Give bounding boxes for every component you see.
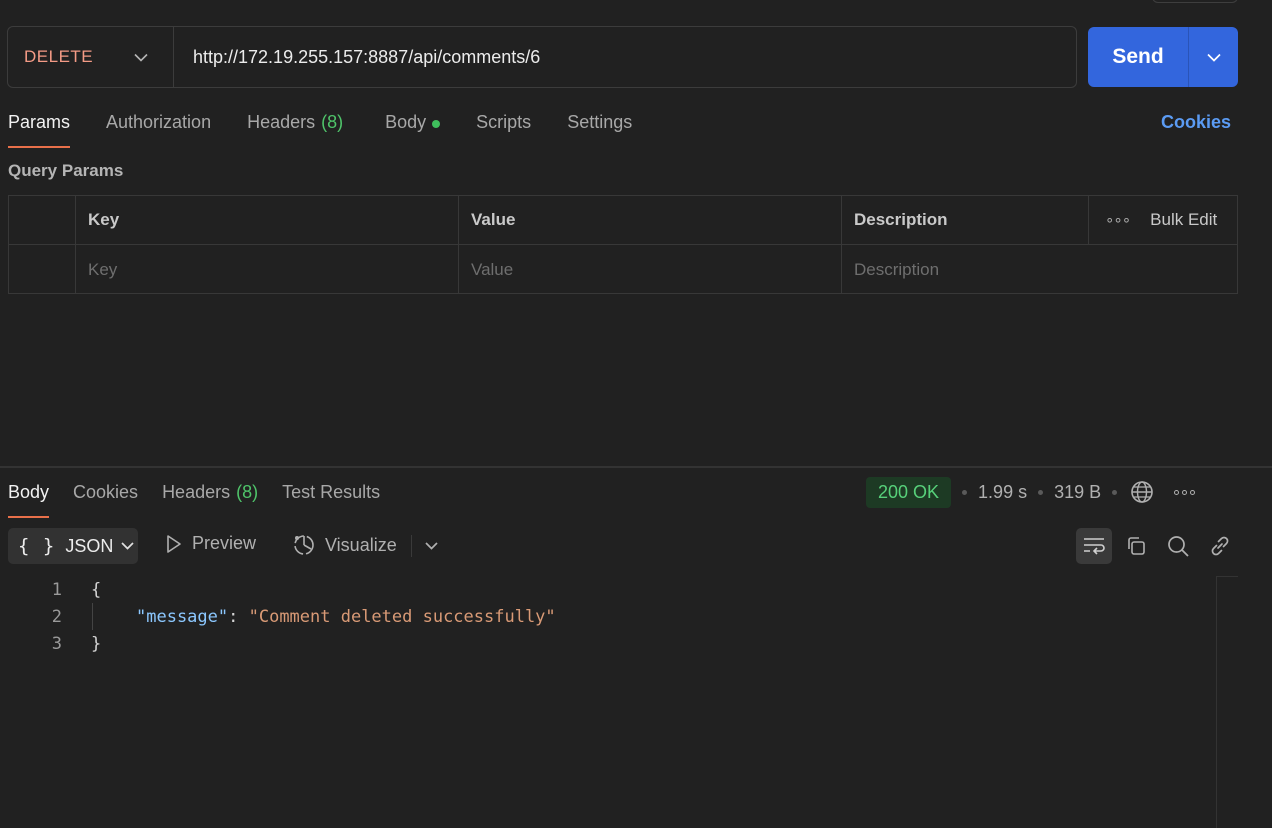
- top-panel-edge: [1152, 0, 1238, 3]
- query-params-table: Key Value Description ∘∘∘ Bulk Edit Key …: [8, 195, 1238, 294]
- method-select[interactable]: DELETE: [8, 27, 174, 87]
- chevron-down-icon: [1206, 53, 1221, 62]
- headers-count: (8): [321, 112, 344, 132]
- json-value: "Comment deleted successfully": [248, 606, 556, 627]
- headers-count: (8): [236, 482, 259, 502]
- visualize-button[interactable]: Visualize: [292, 533, 397, 557]
- code-text: "message": "Comment deleted successfully…: [136, 607, 556, 627]
- key-input[interactable]: Key: [76, 245, 459, 294]
- separator-dot: [962, 489, 968, 495]
- code-text: }: [91, 633, 102, 654]
- copy-icon: [1128, 537, 1145, 555]
- format-select[interactable]: { } JSON: [8, 528, 138, 564]
- visualize-label: Visualize: [325, 534, 397, 555]
- body-indicator-dot: [432, 120, 441, 128]
- editor-scrollbar[interactable]: [1216, 576, 1238, 828]
- tab-authorization[interactable]: Authorization: [106, 108, 211, 148]
- tab-test-results[interactable]: Test Results: [282, 478, 380, 518]
- tab-label: Headers: [162, 482, 231, 502]
- search-button[interactable]: [1160, 528, 1196, 564]
- tab-params[interactable]: Params: [8, 108, 71, 148]
- row-checkbox-cell: [9, 245, 76, 294]
- key-column-header: Key: [76, 196, 459, 244]
- tab-settings[interactable]: Settings: [567, 108, 632, 148]
- response-tabs: Body Cookies Headers (8) Test Results: [8, 478, 404, 518]
- preview-label: Preview: [192, 533, 257, 553]
- description-input[interactable]: Description: [842, 245, 1237, 294]
- table-header-row: Key Value Description ∘∘∘ Bulk Edit: [9, 196, 1237, 245]
- tab-response-cookies[interactable]: Cookies: [73, 478, 138, 518]
- copy-button[interactable]: [1118, 528, 1154, 564]
- play-icon: [167, 534, 181, 553]
- value-input[interactable]: Value: [459, 245, 842, 294]
- panel-resize-divider[interactable]: [0, 466, 1272, 468]
- response-body-editor[interactable]: 1 { 2 "message": "Comment deleted succes…: [0, 576, 1216, 657]
- more-options-icon: ∘∘∘: [1105, 212, 1131, 229]
- chevron-down-icon: [424, 542, 438, 550]
- response-meta: 200 OK 1.99 s 319 B: [866, 476, 1196, 508]
- bulk-edit-button[interactable]: ∘∘∘ Bulk Edit: [1088, 196, 1237, 244]
- more-options-icon[interactable]: [1174, 489, 1196, 495]
- globe-icon[interactable]: [1130, 480, 1154, 504]
- chevron-down-icon: [121, 542, 134, 550]
- json-colon: :: [228, 606, 249, 627]
- checkbox-column-header: [9, 196, 76, 244]
- send-button-group: Send: [1088, 27, 1238, 87]
- description-header-label: Description: [854, 210, 948, 229]
- visualize-icon: [294, 535, 314, 555]
- format-label: JSON: [65, 535, 114, 556]
- chevron-down-icon: [134, 53, 148, 62]
- tab-scripts[interactable]: Scripts: [476, 108, 531, 148]
- preview-button[interactable]: Preview: [165, 533, 256, 554]
- indent-guide: [92, 603, 93, 630]
- search-icon: [1168, 536, 1189, 557]
- wrap-lines-button[interactable]: [1076, 528, 1112, 564]
- tab-label: Headers: [247, 112, 316, 132]
- wrap-lines-icon: [1084, 538, 1105, 555]
- method-label: DELETE: [24, 47, 94, 66]
- query-params-title: Query Params: [8, 161, 124, 180]
- status-badge[interactable]: 200 OK: [866, 476, 952, 508]
- line-number: 3: [51, 633, 62, 654]
- line-number: 1: [51, 579, 62, 600]
- link-button[interactable]: [1202, 528, 1238, 564]
- separator-dot: [1038, 489, 1044, 495]
- code-line: 2 "message": "Comment deleted successful…: [0, 603, 1216, 630]
- code-line: 1 {: [0, 576, 1216, 603]
- table-row: Key Value Description: [9, 245, 1237, 294]
- line-number: 2: [51, 606, 62, 627]
- braces-icon: { }: [18, 535, 56, 557]
- tab-label: Settings: [567, 112, 633, 132]
- tab-label: Cookies: [73, 482, 139, 502]
- link-icon: [1211, 536, 1229, 556]
- tab-label: Body: [385, 112, 427, 132]
- toolbar-divider: [411, 535, 412, 557]
- request-url-bar: DELETE: [7, 26, 1077, 88]
- value-column-header: Value: [459, 196, 842, 244]
- tab-body[interactable]: Body: [385, 108, 441, 148]
- bulk-edit-label: Bulk Edit: [1150, 210, 1218, 229]
- tab-label: Body: [8, 482, 50, 502]
- tab-label: Params: [8, 112, 71, 132]
- response-size[interactable]: 319 B: [1054, 482, 1101, 503]
- code-line: 3 }: [0, 630, 1216, 657]
- tab-response-body[interactable]: Body: [8, 478, 50, 518]
- code-text: {: [91, 579, 102, 600]
- send-button[interactable]: Send: [1088, 27, 1189, 87]
- tab-label: Authorization: [106, 112, 212, 132]
- json-key: "message": [136, 606, 229, 627]
- description-column-header: Description ∘∘∘ Bulk Edit: [842, 196, 1237, 244]
- separator-dot: [1112, 489, 1118, 495]
- tab-response-headers[interactable]: Headers (8): [162, 478, 258, 518]
- visualize-options-button[interactable]: [413, 528, 449, 564]
- request-tabs: Params Authorization Headers (8) Body Scr…: [8, 108, 668, 148]
- cookies-link[interactable]: Cookies: [1161, 112, 1231, 133]
- response-time[interactable]: 1.99 s: [978, 482, 1027, 503]
- send-options-button[interactable]: [1189, 27, 1238, 87]
- tab-label: Test Results: [282, 482, 381, 502]
- tab-headers[interactable]: Headers (8): [247, 108, 343, 148]
- url-input[interactable]: [174, 27, 1076, 87]
- tab-label: Scripts: [476, 112, 532, 132]
